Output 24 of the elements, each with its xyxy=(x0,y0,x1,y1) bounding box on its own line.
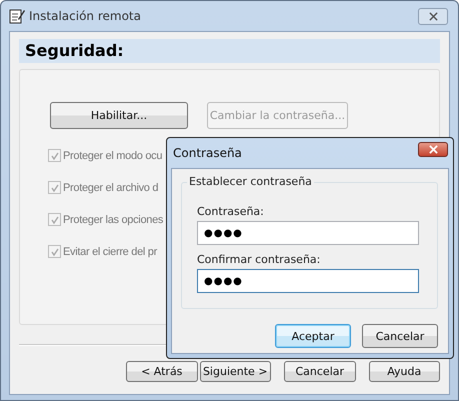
dialog-title: Contraseña xyxy=(173,146,242,160)
dialog-button[interactable]: Aceptar xyxy=(275,324,351,348)
wizard-button[interactable]: Ayuda xyxy=(368,361,440,382)
wizard-button[interactable]: < Atrás xyxy=(126,361,198,382)
checkbox-label: Proteger el modo ocu xyxy=(63,150,162,162)
wizard-button[interactable]: Siguiente > xyxy=(200,361,271,382)
group-label: Establecer contraseña xyxy=(187,175,314,188)
password-field[interactable]: ●●●● xyxy=(197,221,419,245)
checkbox-label: Proteger el archivo d xyxy=(63,182,158,194)
notepad-icon xyxy=(9,8,25,24)
field-label: Confirmar contraseña: xyxy=(197,253,322,266)
close-button[interactable] xyxy=(418,8,448,24)
window-title: Instalación remota xyxy=(29,9,142,23)
wizard-button[interactable]: Cancelar xyxy=(284,361,356,382)
dialog-button[interactable]: Cancelar xyxy=(362,324,438,348)
password-field[interactable]: ●●●● xyxy=(197,269,419,293)
close-button[interactable] xyxy=(418,142,448,156)
checkbox-label: Proteger las opciones xyxy=(63,214,164,226)
action-button[interactable]: Habilitar... xyxy=(50,102,188,129)
close-icon xyxy=(428,12,438,20)
section-header: Seguridad: xyxy=(19,39,440,63)
checkbox-label: Evitar el cierre del pr xyxy=(63,246,157,258)
close-icon xyxy=(428,144,438,154)
field-label: Contraseña: xyxy=(197,205,265,218)
